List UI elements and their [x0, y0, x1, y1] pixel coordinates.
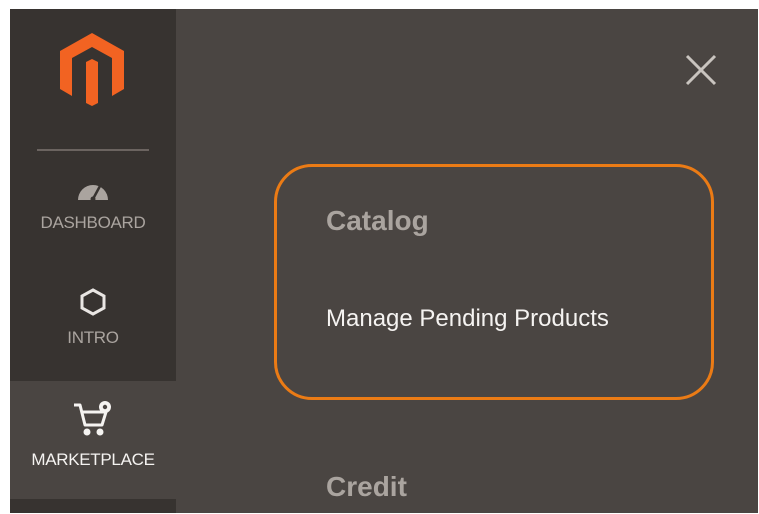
highlight-box — [274, 164, 714, 400]
sidebar-item-label: DASHBOARD — [40, 213, 146, 232]
sidebar-item-label: INTRO — [67, 328, 119, 347]
sidebar-item-dashboard[interactable]: DASHBOARD — [10, 174, 176, 274]
section-title-credit: Credit — [326, 471, 407, 502]
hexagon-icon — [10, 287, 176, 322]
section-title-catalog: Catalog — [326, 205, 429, 236]
close-icon[interactable] — [682, 51, 720, 89]
sidebar-item-label: MARKETPLACE — [31, 450, 155, 469]
sidebar: DASHBOARD INTRO MARKETPLACE — [10, 9, 176, 513]
sidebar-divider — [37, 149, 149, 151]
cart-gear-icon — [10, 399, 176, 444]
sidebar-item-intro[interactable]: INTRO — [10, 287, 176, 383]
menu-link-manage-pending-products[interactable]: Manage Pending Products — [326, 305, 609, 333]
sidebar-item-marketplace[interactable]: MARKETPLACE — [10, 381, 176, 499]
magento-logo-icon[interactable] — [58, 31, 126, 107]
dashboard-gauge-icon — [10, 174, 176, 207]
admin-frame: DASHBOARD INTRO MARKETPLACE Catalog Mana… — [10, 9, 758, 513]
